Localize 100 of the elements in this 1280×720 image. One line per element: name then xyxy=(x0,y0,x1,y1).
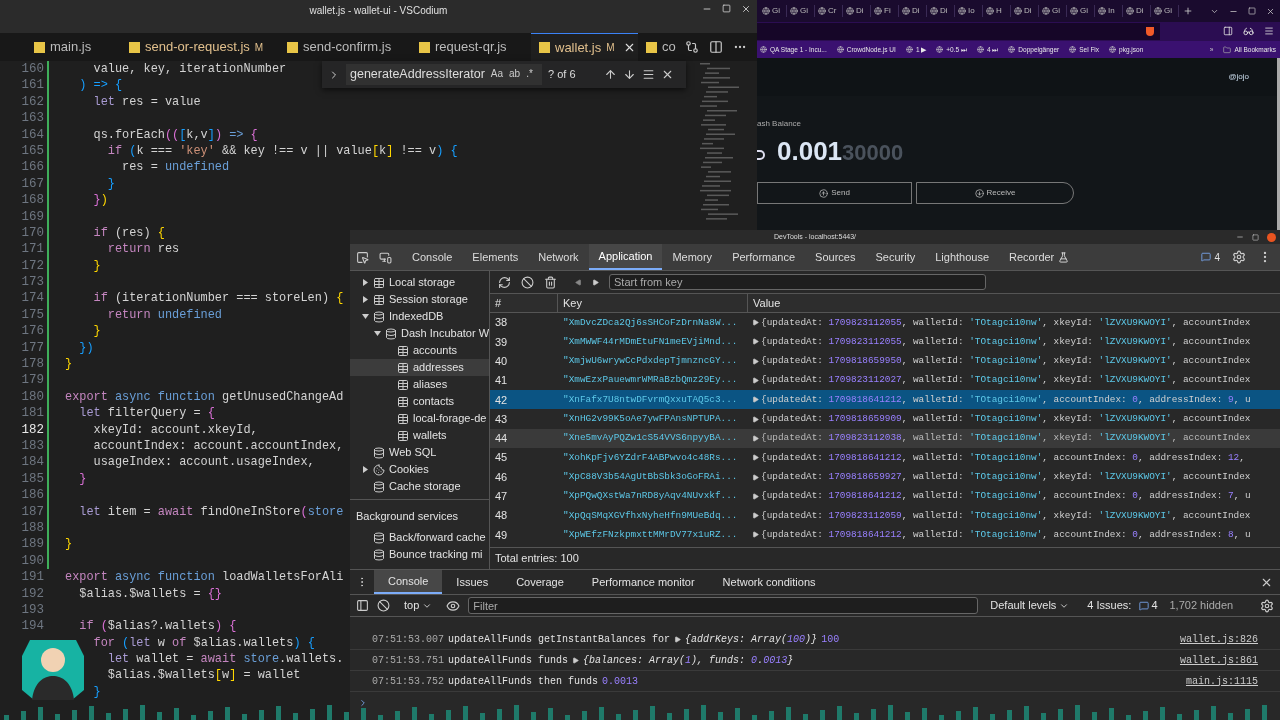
next-icon[interactable] xyxy=(592,278,599,286)
table-row[interactable]: 48 "XpQqSMqXGVfhxNyheHfn9MUeBdq... {updatedAt: 1709823112059, walletId: 'TOtagci10nw', xkeyId: 'lZVXU9KWOYI', accountIndex xyxy=(490,505,1280,526)
levels-select[interactable]: Default levels xyxy=(990,597,1070,614)
tree-item[interactable]: local-forage-de xyxy=(350,410,489,427)
expand-icon[interactable] xyxy=(752,415,759,423)
expand-icon[interactable] xyxy=(752,396,759,404)
browser-tab[interactable]: Di xyxy=(843,5,871,17)
table-row[interactable]: 43 "XnHG2v99K5oAe7ywFPAnsNPTUPA... {updatedAt: 1709818659909, walletId: 'TOtagci10nw', xkeyId: 'lZVXU9KWOYI', accountIndex xyxy=(490,409,1280,429)
key-field[interactable]: Start from key xyxy=(609,274,986,290)
previous-match-icon[interactable] xyxy=(604,68,617,81)
drawer-tab[interactable]: Network conditions xyxy=(708,570,830,594)
clear-icon[interactable] xyxy=(377,599,390,612)
settings-icon[interactable] xyxy=(1232,250,1246,264)
table-row[interactable]: 39 "XmMWWF44rMDmEtuFN1meEVjiMnd... {updatedAt: 1709823112055, walletId: 'TOtagci10nw', xkeyId: 'lZVXU9KWOYI', accountIndex xyxy=(490,332,1280,352)
close-icon[interactable] xyxy=(661,68,674,81)
expanded-arrow-icon[interactable] xyxy=(374,330,381,337)
collapsed-arrow-icon[interactable] xyxy=(362,296,369,303)
issues-badge[interactable]: 4 xyxy=(1139,597,1158,614)
inspect-icon[interactable] xyxy=(356,250,369,264)
refresh-icon[interactable] xyxy=(498,275,511,289)
browser-tab[interactable]: Gi xyxy=(759,5,787,17)
source-link[interactable]: wallet.js:861 xyxy=(1180,652,1258,668)
action-button[interactable]: Send xyxy=(757,182,912,204)
context-select[interactable]: top xyxy=(398,597,439,614)
expand-icon[interactable] xyxy=(752,377,759,385)
devtools-tab[interactable]: Security xyxy=(865,244,926,270)
settings-icon[interactable] xyxy=(1260,598,1274,613)
tree-item[interactable]: IndexedDB xyxy=(350,308,489,325)
find-option[interactable]: Aa xyxy=(490,66,504,83)
editor-tab[interactable]: main.js xyxy=(26,33,121,61)
tree-item[interactable]: Bounce tracking mi xyxy=(350,546,489,563)
split-editor-icon[interactable] xyxy=(709,40,723,54)
devtools-tab[interactable]: Performance xyxy=(722,244,806,270)
expand-icon[interactable] xyxy=(752,338,759,346)
table-row[interactable]: 42 "XnFafx7U8ntwDFvrmQxxuTAQ5c3... {updatedAt: 1709818641212, walletId: 'TOtagci10nw', accountIndex: 0, addressIndex: 9, u xyxy=(490,390,1280,410)
find-in-selection-icon[interactable] xyxy=(642,68,655,81)
table-row[interactable]: 47 "XpPQwQXstWa7nRD8yAqv4NUvxkf... {updatedAt: 1709818641212, walletId: 'TOtagci10nw', accountIndex: 0, addressIndex: 7, u xyxy=(490,486,1280,506)
find-option[interactable]: .* xyxy=(526,66,533,83)
close-icon[interactable] xyxy=(1266,6,1275,16)
browser-tab[interactable]: Di xyxy=(1011,5,1039,17)
table-row[interactable]: 45 "XohKpFjv6YZdrF4ABPwvo4c48Rs... {updatedAt: 1709818641212, walletId: 'TOtagci10nw', accountIndex: 0, addressIndex: 12, xyxy=(490,448,1280,468)
expand-icon[interactable] xyxy=(674,635,682,643)
editor-tab[interactable]: send-or-request.js M xyxy=(121,33,279,61)
sidebar-icon[interactable] xyxy=(356,599,369,612)
new-tab-icon[interactable] xyxy=(1183,6,1193,16)
expand-icon[interactable] xyxy=(752,454,759,462)
column-header[interactable]: Value xyxy=(748,294,1280,312)
next-match-icon[interactable] xyxy=(623,68,636,81)
table-row[interactable]: 38 "XmDvcZDca2Qj6sSHCoFzDrnNa8W... {updatedAt: 1709823112055, walletId: 'TOtagci10nw', xkeyId: 'lZVXU9KWOYI', accountIndex xyxy=(490,313,1280,333)
previous-icon[interactable] xyxy=(575,278,582,286)
browser-tab[interactable]: Gi xyxy=(1039,5,1067,17)
browser-tab[interactable]: Di xyxy=(1123,5,1151,17)
devtools-tab[interactable]: Memory xyxy=(662,244,723,270)
browser-tab[interactable]: H xyxy=(983,5,1011,17)
browser-tab[interactable]: Cr xyxy=(815,5,843,17)
source-link[interactable]: wallet.js:826 xyxy=(1180,631,1258,647)
tree-item[interactable]: addresses xyxy=(350,359,489,376)
compare-icon[interactable] xyxy=(685,40,699,54)
expand-icon[interactable] xyxy=(752,512,759,520)
devtools-tab[interactable]: Network xyxy=(528,244,589,270)
browser-tab[interactable]: Di xyxy=(899,5,927,17)
table-row[interactable]: 49 "XpWEfzFNzkpmxttMMrDV77x1uRZ... {updatedAt: 1709818641212, walletId: 'TOtagci10nw', accountIndex: 0, addressIndex: 8, u xyxy=(490,525,1280,545)
glasses-icon[interactable] xyxy=(1243,26,1254,37)
devtools-tab[interactable]: Console xyxy=(402,244,463,270)
browser-tab[interactable]: Gi xyxy=(1151,5,1179,17)
expand-icon[interactable] xyxy=(752,492,759,500)
collapsed-arrow-icon[interactable] xyxy=(362,466,369,473)
maximize-icon[interactable] xyxy=(1252,233,1259,241)
editor-tab[interactable]: wallet.js M xyxy=(531,33,638,61)
tree-item[interactable]: Local storage xyxy=(350,274,489,291)
table-row[interactable]: 41 "XmwEzxPauewmrWMRaBzbQmz29Ey... {updatedAt: 1709823112027, walletId: 'TOtagci10nw', xkeyId: 'lZVXU9KWOYI', accountIndex xyxy=(490,370,1280,391)
drawer-tab[interactable]: Performance monitor xyxy=(577,570,709,594)
tree-item[interactable]: Dash Incubator W xyxy=(350,325,489,342)
tree-item[interactable]: contacts xyxy=(350,393,489,410)
expand-icon[interactable] xyxy=(752,319,759,327)
eye-icon[interactable] xyxy=(446,598,461,613)
tree-item[interactable]: Web SQL xyxy=(350,444,489,461)
prompt-icon[interactable] xyxy=(358,698,368,708)
drawer-tab[interactable]: Coverage xyxy=(502,570,578,594)
editor-tab[interactable]: send-confirm.js xyxy=(279,33,411,61)
column-header[interactable]: # xyxy=(490,294,558,312)
devtools-tab[interactable]: Application xyxy=(588,244,663,270)
shield-icon[interactable] xyxy=(1146,27,1154,36)
collapsed-arrow-icon[interactable] xyxy=(362,279,369,286)
sidebar-icon[interactable] xyxy=(1223,26,1233,36)
expand-icon[interactable] xyxy=(752,357,759,365)
source-link[interactable]: main.js:1115 xyxy=(1186,673,1258,689)
table-row[interactable]: 40 "XmjwU6wrywCcPdxdepTjmnzncGY... {updatedAt: 1709818659950, walletId: 'TOtagci10nw', xkeyId: 'lZVXU9KWOYI', accountIndex xyxy=(490,351,1280,371)
expand-icon[interactable] xyxy=(752,531,759,539)
find-field[interactable]: generateAddressIterator Aa ab .* xyxy=(346,64,542,85)
clear-icon[interactable] xyxy=(521,275,534,289)
tree-item[interactable]: Cookies xyxy=(350,461,489,478)
editor-tab[interactable]: request-qr.js xyxy=(411,33,531,61)
table-row[interactable]: 46 "XpC88V3b54AgUtBbSbk3oGoFRAi... {updatedAt: 1709818659927, walletId: 'TOtagci10nw', xkeyId: 'lZVXU9KWOYI', accountIndex xyxy=(490,467,1280,487)
maximize-icon[interactable] xyxy=(1248,6,1256,15)
user-handle[interactable]: @jojo xyxy=(1228,71,1249,83)
expand-icon[interactable] xyxy=(752,434,759,442)
browser-tab[interactable]: Gi xyxy=(1067,5,1095,17)
devtools-tab[interactable]: Lighthouse xyxy=(925,244,1000,270)
tree-item[interactable]: Session storage xyxy=(350,291,489,308)
